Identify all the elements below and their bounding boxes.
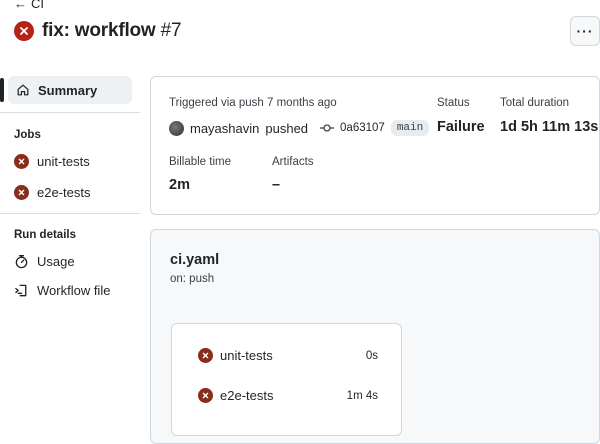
workflow-file-name: ci.yaml	[170, 252, 220, 268]
failure-icon	[198, 388, 213, 403]
sidebar-item-label: Usage	[37, 253, 75, 269]
home-icon	[16, 83, 30, 97]
branch-badge[interactable]: main	[390, 120, 430, 136]
job-node-e2e-tests[interactable]: e2e-tests 1m 4s	[198, 388, 378, 403]
job-name: e2e-tests	[220, 388, 274, 403]
sidebar-item-usage[interactable]: Usage	[0, 251, 140, 271]
duration-value: 1d 5h 11m 13s	[500, 119, 599, 135]
page-title-row: fix: workflow #7	[14, 20, 182, 42]
run-number: #7	[160, 20, 182, 41]
jobs-heading: Jobs	[14, 129, 41, 141]
more-options-button[interactable]: ···	[570, 16, 600, 46]
status-value: Failure	[437, 119, 485, 135]
sidebar-item-label: Workflow file	[37, 282, 111, 298]
job-name: unit-tests	[220, 348, 273, 363]
jobs-box: unit-tests 0s e2e-tests 1m 4s	[171, 323, 402, 436]
status-label: Status	[437, 97, 470, 109]
duration-label: Total duration	[500, 97, 570, 109]
back-link-label: CI	[31, 0, 44, 11]
run-summary-card: Triggered via push 7 months ago mayashav…	[150, 76, 600, 215]
sidebar: Summary Jobs unit-tests e2e-tests Run de…	[0, 72, 140, 300]
sidebar-item-label: unit-tests	[37, 153, 90, 169]
sidebar-item-workflow-file[interactable]: Workflow file	[0, 280, 140, 300]
kebab-horizontal-icon: ···	[576, 23, 594, 39]
artifacts-value: –	[272, 177, 281, 193]
sidebar-item-unit-tests[interactable]: unit-tests	[0, 151, 140, 171]
sidebar-item-label: Summary	[38, 82, 98, 98]
failure-icon	[14, 184, 29, 200]
actor-link[interactable]: mayashavin	[190, 121, 259, 136]
sidebar-divider	[0, 112, 140, 113]
billable-time-label: Billable time	[169, 156, 231, 168]
workflow-graph: ci.yaml on: push unit-tests 0s e2e-tests…	[150, 229, 600, 444]
arrow-left-icon: ←	[14, 0, 27, 11]
action-text: pushed	[265, 120, 309, 136]
job-duration: 0s	[365, 349, 378, 362]
failure-status-icon	[14, 21, 34, 41]
sidebar-divider	[0, 213, 140, 214]
failure-icon	[198, 348, 213, 363]
trigger-text: Triggered via push 7 months ago	[169, 97, 337, 109]
page-title: fix: workflow #7	[42, 20, 182, 42]
sidebar-item-label: e2e-tests	[37, 184, 91, 200]
commit-sha-link[interactable]: 0a63107	[340, 122, 385, 134]
artifacts-label: Artifacts	[272, 156, 314, 168]
workflow-file-icon	[14, 283, 29, 298]
avatar[interactable]	[169, 120, 184, 136]
sidebar-item-e2e-tests[interactable]: e2e-tests	[0, 182, 140, 202]
run-details-heading: Run details	[14, 229, 76, 241]
job-duration: 1m 4s	[346, 389, 378, 402]
git-commit-icon	[320, 123, 335, 133]
stopwatch-icon	[14, 254, 29, 269]
workflow-trigger: on: push	[170, 273, 215, 285]
billable-time-value: 2m	[169, 177, 190, 193]
job-node-unit-tests[interactable]: unit-tests 0s	[198, 348, 378, 363]
failure-icon	[14, 153, 29, 169]
run-title: fix: workflow	[42, 20, 156, 41]
trigger-details: mayashavin pushed 0a63107 main	[169, 120, 430, 136]
back-link[interactable]: ← CI	[14, 0, 44, 11]
sidebar-item-summary[interactable]: Summary	[0, 76, 132, 104]
